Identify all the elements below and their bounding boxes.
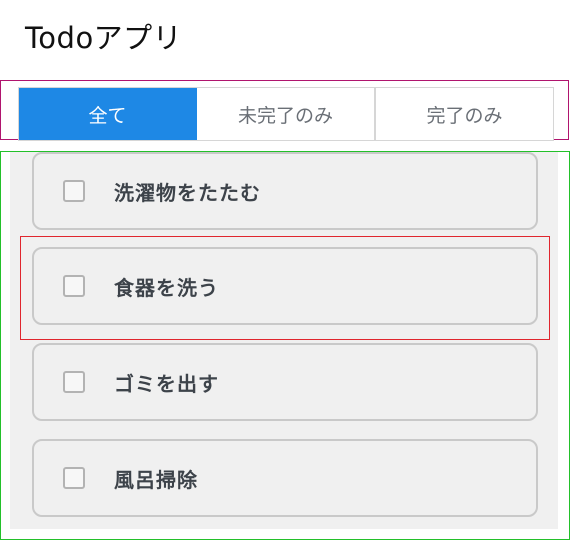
todo-item[interactable]: 風呂掃除 xyxy=(32,439,538,517)
todo-label: 風呂掃除 xyxy=(114,467,198,492)
todo-checkbox[interactable] xyxy=(63,275,85,297)
todo-label: ゴミを出す xyxy=(114,371,219,396)
filter-tabs: 全て 未完了のみ 完了のみ xyxy=(18,87,554,141)
todo-item[interactable]: 洗濯物をたたむ xyxy=(32,152,538,230)
tab-completed[interactable]: 完了のみ xyxy=(376,88,553,140)
todo-item[interactable]: ゴミを出す xyxy=(32,343,538,421)
app-title: Todoアプリ xyxy=(25,21,183,55)
todo-app: Todoアプリ 全て 未完了のみ 完了のみ 洗濯物をたたむ 食器を洗う ゴミを出… xyxy=(0,0,571,541)
todo-checkbox[interactable] xyxy=(63,180,85,202)
todo-label: 食器を洗う xyxy=(114,275,219,300)
todo-label: 洗濯物をたたむ xyxy=(114,180,261,205)
todo-checkbox[interactable] xyxy=(63,467,85,489)
tab-all[interactable]: 全て xyxy=(19,88,197,140)
todo-item[interactable]: 食器を洗う xyxy=(32,247,538,325)
tab-incomplete[interactable]: 未完了のみ xyxy=(197,88,376,140)
todo-checkbox[interactable] xyxy=(63,371,85,393)
